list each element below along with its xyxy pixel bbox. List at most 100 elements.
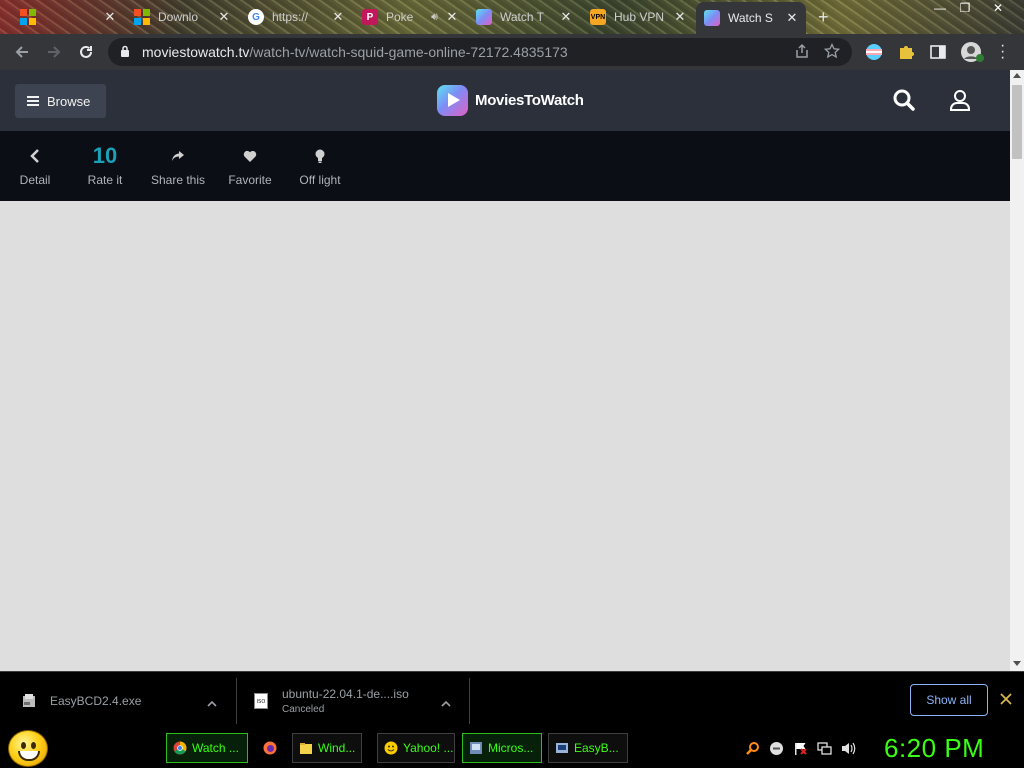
divider: [469, 678, 470, 724]
download-item-2[interactable]: ISO ubuntu-22.04.1-de....iso Canceled: [254, 672, 434, 730]
taskbar-button-easybcd[interactable]: EasyB...: [548, 733, 628, 763]
tab-close-icon[interactable]: ✕: [102, 9, 118, 25]
side-panel-icon[interactable]: [929, 43, 947, 61]
browser-tab-6[interactable]: VPN Hub VPN ✕: [582, 4, 694, 30]
browse-menu-button[interactable]: Browse: [15, 84, 106, 118]
desktop-screen: ✕ Downlo ✕ G https:// ✕ P Poke 🔊︎ ✕ Watc…: [0, 0, 1024, 768]
player-action-bar: Detail 10 Rate it Share this Favorite Of…: [0, 131, 1010, 201]
svg-text:ISO: ISO: [257, 699, 266, 705]
tab-title: https://: [272, 10, 309, 24]
tab-close-icon[interactable]: ✕: [672, 9, 688, 25]
tab-close-icon[interactable]: ✕: [784, 10, 800, 26]
tab-title: Hub VPN: [614, 10, 665, 24]
browser-toolbar: moviestowatch.tv/watch-tv/watch-squid-ga…: [0, 34, 1024, 70]
heart-icon: [224, 131, 276, 173]
browser-tab-5[interactable]: Watch T ✕: [468, 4, 580, 30]
extensions-puzzle-icon[interactable]: [897, 43, 915, 61]
taskbar-clock[interactable]: 6:20 PM: [884, 733, 984, 764]
web-page: Browse MoviesToWatch Detail 10 Rate it S…: [0, 70, 1010, 671]
taskbar-button-yahoo[interactable]: Yahoo! ...: [377, 733, 455, 763]
taskbar-button-microsoft[interactable]: Micros...: [462, 733, 542, 763]
tab-close-icon[interactable]: ✕: [444, 9, 460, 25]
bookmark-star-icon[interactable]: [823, 42, 841, 63]
action-label: Favorite: [228, 173, 272, 187]
tab-close-icon[interactable]: ✕: [216, 9, 232, 25]
off-light-button[interactable]: Off light: [294, 131, 346, 201]
minimize-icon[interactable]: —: [928, 0, 952, 16]
taskbar-button-chrome[interactable]: Watch ...: [166, 733, 248, 763]
restore-icon[interactable]: ❐: [953, 0, 977, 16]
tab-title: Watch T: [500, 10, 545, 24]
divider: [236, 678, 237, 724]
back-arrow-icon[interactable]: [12, 42, 32, 62]
share-button[interactable]: Share this: [146, 131, 210, 201]
url-path: /watch-tv/watch-squid-game-online-72172.…: [249, 44, 568, 60]
flag-extension-icon[interactable]: [865, 43, 883, 61]
url-text[interactable]: moviestowatch.tv/watch-tv/watch-squid-ga…: [142, 44, 568, 60]
browser-tab-3[interactable]: G https:// ✕: [240, 4, 352, 30]
rate-button[interactable]: 10 Rate it: [80, 131, 130, 201]
forward-arrow-icon[interactable]: [44, 42, 64, 62]
taskbar-label: Yahoo! ...: [403, 741, 454, 755]
tab-title: Watch S: [728, 11, 773, 25]
search-icon[interactable]: [892, 88, 916, 112]
chrome-menu-icon[interactable]: · · ·: [1000, 38, 1005, 66]
detail-button[interactable]: Detail: [12, 131, 58, 201]
firefox-icon: [263, 741, 277, 755]
chat-tray-icon[interactable]: [769, 741, 784, 756]
eye: [31, 742, 36, 749]
chevron-up-icon[interactable]: [207, 696, 217, 707]
browser-tab-4[interactable]: P Poke 🔊︎ ✕: [354, 4, 466, 30]
action-center-flag-icon[interactable]: [793, 741, 808, 756]
show-all-downloads-button[interactable]: Show all: [910, 684, 988, 716]
site-header: Browse MoviesToWatch: [0, 70, 1010, 131]
lightbulb-icon: [294, 131, 346, 173]
play-logo-icon: [437, 85, 468, 116]
browser-tab-active[interactable]: Watch S ✕: [696, 2, 806, 34]
windows-icon: [134, 9, 150, 25]
moviestowatch-icon: [476, 9, 492, 25]
windows-taskbar: Watch ... Wind... Yahoo! ... Micros... E…: [0, 729, 1024, 768]
speaker-icon[interactable]: 🔊︎: [431, 11, 438, 24]
chevron-up-icon[interactable]: [441, 696, 451, 707]
download-shelf: EasyBCD2.4.exe ISO ubuntu-22.04.1-de....…: [0, 671, 1024, 729]
volume-tray-icon[interactable]: [841, 741, 856, 756]
easybcd-icon: [556, 743, 568, 753]
browser-tab-1[interactable]: ✕: [12, 4, 124, 30]
exe-file-icon: [23, 694, 35, 707]
logo-text: MoviesToWatch: [475, 92, 584, 109]
address-bar[interactable]: moviestowatch.tv/watch-tv/watch-squid-ga…: [108, 38, 852, 66]
taskbar-button-firefox[interactable]: [256, 733, 286, 763]
download-item-1[interactable]: EasyBCD2.4.exe: [22, 672, 232, 730]
lock-icon[interactable]: [120, 45, 130, 58]
folder-icon: [300, 743, 312, 754]
reload-icon[interactable]: [76, 42, 96, 62]
eye: [21, 742, 26, 749]
close-window-icon[interactable]: ✕: [986, 0, 1010, 16]
share-page-icon[interactable]: [794, 43, 810, 63]
share-icon: [146, 131, 210, 173]
action-label: Detail: [19, 173, 51, 187]
tab-close-icon[interactable]: ✕: [330, 9, 346, 25]
scroll-down-arrow-icon[interactable]: [1013, 661, 1021, 666]
magnifier-tray-icon[interactable]: [745, 741, 760, 756]
new-tab-button[interactable]: +: [818, 7, 829, 28]
site-logo[interactable]: MoviesToWatch: [437, 85, 584, 116]
start-button-smiley-icon[interactable]: [8, 730, 48, 767]
taskbar-label: Wind...: [318, 741, 356, 755]
mouth: [18, 751, 40, 761]
close-shelf-icon[interactable]: [999, 692, 1013, 706]
profile-avatar-icon[interactable]: [960, 41, 984, 63]
tab-close-icon[interactable]: ✕: [558, 9, 574, 25]
scrollbar-thumb[interactable]: [1012, 85, 1022, 159]
tab-title: Poke: [386, 10, 414, 24]
favorite-button[interactable]: Favorite: [224, 131, 276, 201]
page-scrollbar[interactable]: [1010, 70, 1024, 671]
network-tray-icon[interactable]: [817, 741, 832, 756]
user-account-icon[interactable]: [948, 88, 972, 112]
video-player-area[interactable]: [0, 201, 1010, 671]
scroll-up-arrow-icon[interactable]: [1013, 73, 1021, 78]
browser-tab-2[interactable]: Downlo ✕: [126, 4, 238, 30]
taskbar-button-windows[interactable]: Wind...: [292, 733, 362, 763]
yahoo-smiley-icon: [384, 741, 398, 755]
